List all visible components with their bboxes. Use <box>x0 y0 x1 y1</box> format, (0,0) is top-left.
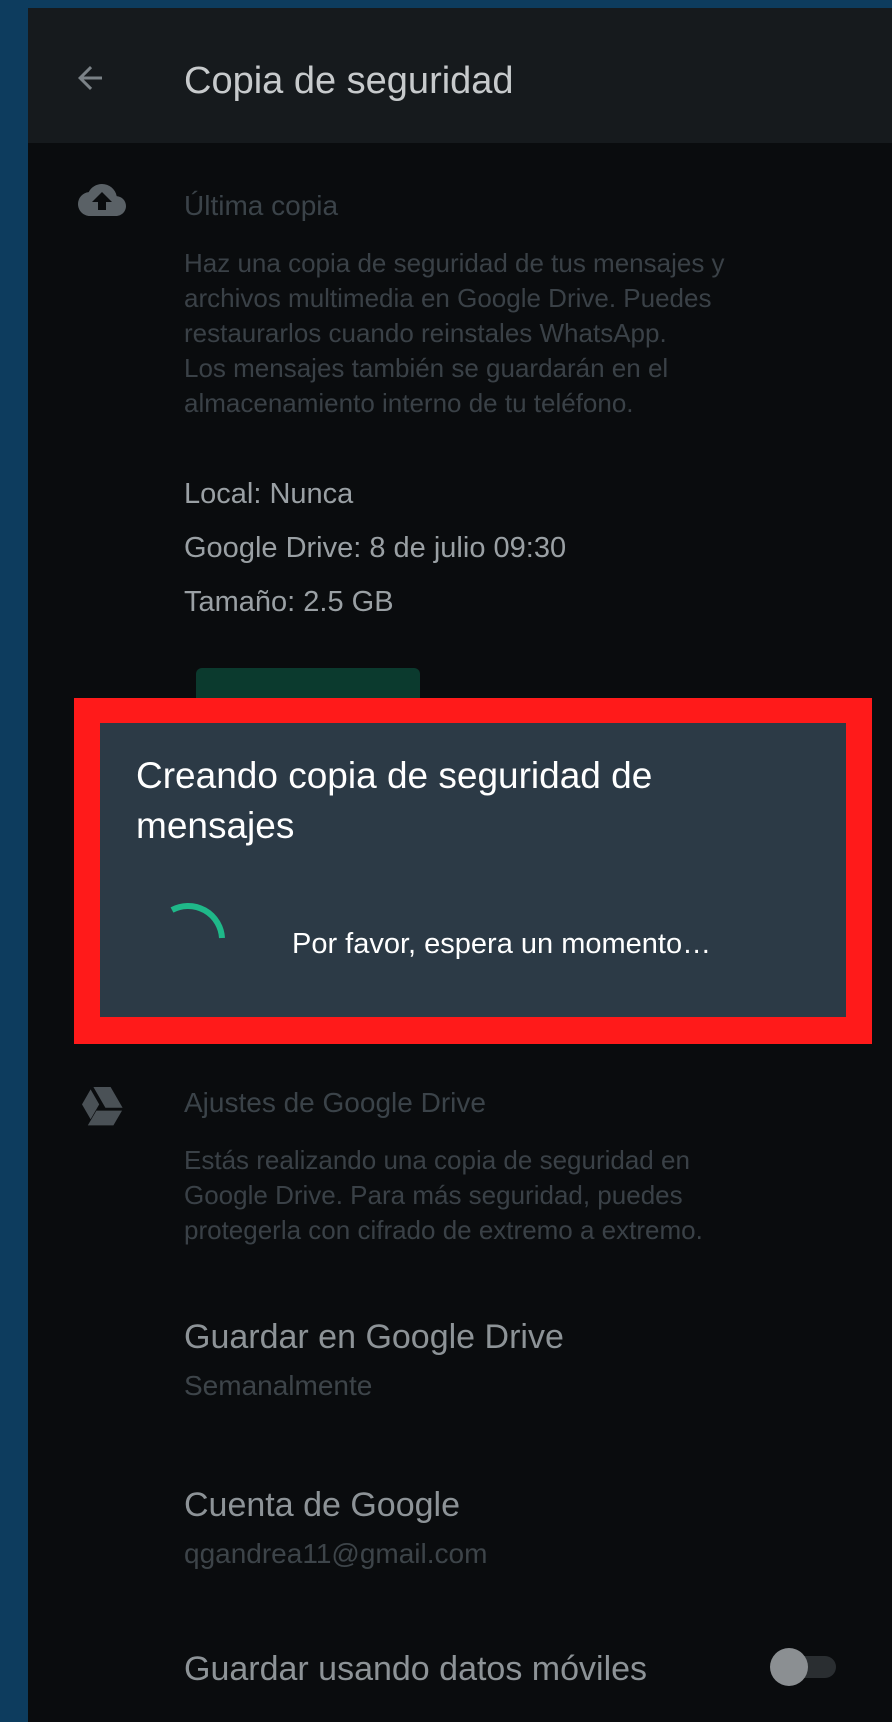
dialog-title: Creando copia de seguridad de mensajes <box>136 755 653 846</box>
google-account-value: qgandrea11@gmail.com <box>184 1538 488 1569</box>
description-line: Google Drive. Para más seguridad, puedes <box>184 1180 683 1210</box>
mobile-data-toggle[interactable] <box>770 1648 836 1686</box>
app-bar: Copia de seguridad <box>28 8 892 143</box>
highlight-frame: Creando copia de seguridad de mensajes P… <box>74 698 872 1044</box>
drive-settings-description: Estás realizando una copia de seguridad … <box>184 1143 844 1248</box>
save-to-drive-value: Semanalmente <box>184 1370 373 1401</box>
cloud-upload-icon <box>78 184 126 216</box>
description-line: Los mensajes también se guardarán en el <box>184 353 669 383</box>
last-backup-description: Haz una copia de seguridad de tus mensaj… <box>184 246 844 421</box>
page-title: Copia de seguridad <box>184 60 514 102</box>
save-to-drive-title: Guardar en Google Drive <box>184 1318 564 1356</box>
progress-dialog: Creando copia de seguridad de mensajes P… <box>100 723 846 1017</box>
local-backup-info: Local: Nunca <box>184 478 354 510</box>
dialog-message: Por favor, espera un momento… <box>292 928 712 960</box>
google-account-title: Cuenta de Google <box>184 1486 460 1524</box>
mobile-data-title: Guardar usando datos móviles <box>184 1650 648 1688</box>
backup-size-info: Tamaño: 2.5 GB <box>184 586 394 618</box>
back-button[interactable] <box>70 58 110 98</box>
drive-backup-info: Google Drive: 8 de julio 09:30 <box>184 532 567 564</box>
description-line: archivos multimedia en Google Drive. Pue… <box>184 283 712 313</box>
last-backup-title: Última copia <box>184 190 339 221</box>
loading-spinner-icon <box>170 903 225 939</box>
description-line: Estás realizando una copia de seguridad … <box>184 1145 690 1175</box>
description-line: restaurarlos cuando reinstales WhatsApp. <box>184 318 667 348</box>
description-line: almacenamiento interno de tu teléfono. <box>184 388 634 418</box>
google-drive-icon <box>82 1087 123 1126</box>
drive-settings-title: Ajustes de Google Drive <box>184 1087 486 1118</box>
description-line: protegerla con cifrado de extremo a extr… <box>184 1215 703 1245</box>
toggle-knob <box>770 1648 808 1686</box>
arrow-left-icon <box>78 66 102 90</box>
description-line: Haz una copia de seguridad de tus mensaj… <box>184 248 725 278</box>
